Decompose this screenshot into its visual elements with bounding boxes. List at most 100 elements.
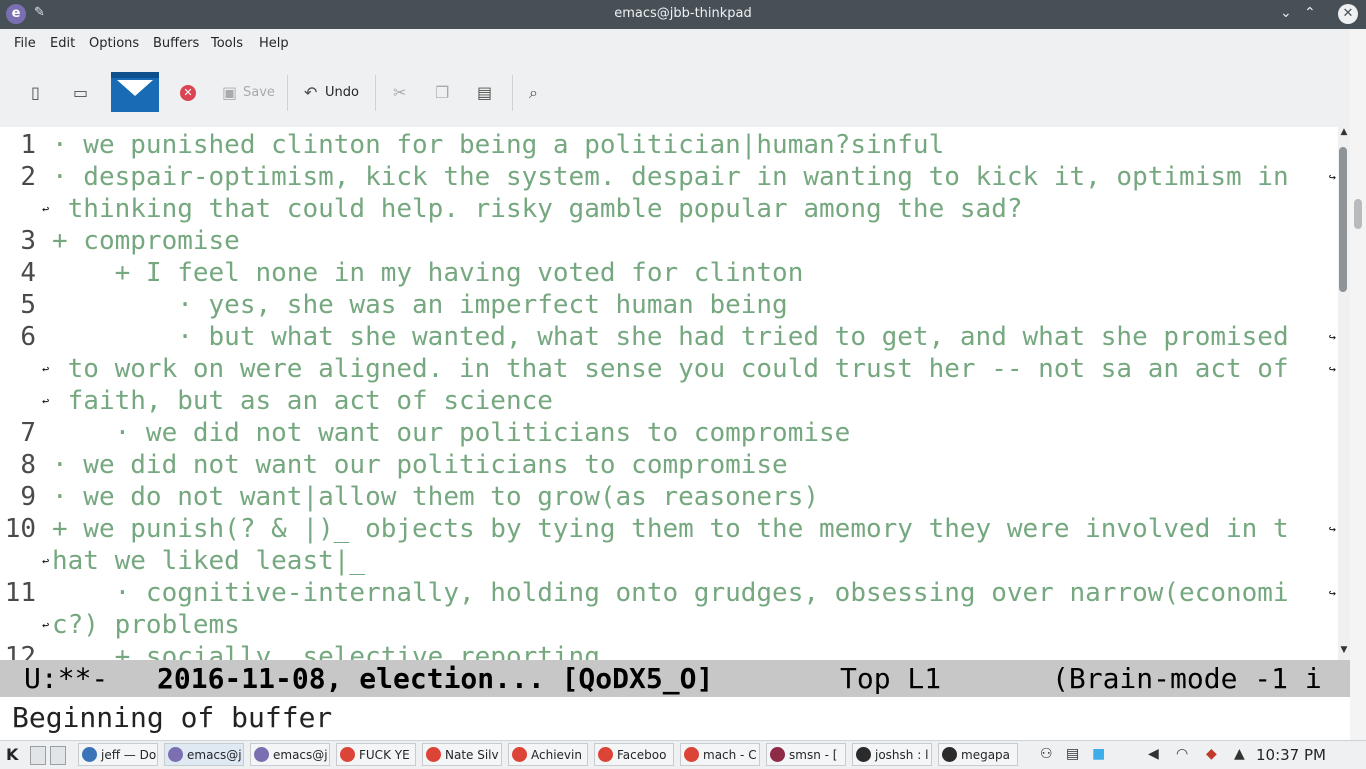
new-file-icon[interactable]: ▯ [31, 83, 40, 102]
save-button[interactable]: Save [243, 85, 275, 100]
line-text[interactable]: to work on were aligned. in that sense y… [52, 353, 1289, 385]
line-text[interactable]: c?) problems [52, 609, 240, 641]
panel-scroll-thumb[interactable] [1354, 199, 1362, 229]
wifi-icon[interactable]: ◠ [1176, 746, 1188, 762]
line-text[interactable]: thinking that could help. risky gamble p… [52, 193, 1023, 225]
taskbar-task[interactable]: emacs@j [250, 743, 330, 766]
menu-help[interactable]: Help [259, 36, 289, 51]
wrap-icon: ↪ [1328, 170, 1336, 184]
clipboard-icon[interactable]: ▤ [1066, 746, 1079, 762]
editor-line[interactable]: 2 · despair-optimism, kick the system. de… [0, 161, 1338, 193]
editor-line[interactable]: 4 + I feel none in my having voted for c… [0, 257, 1338, 289]
line-text[interactable]: · we did not want our politicians to com… [52, 417, 851, 449]
editor-line[interactable]: ↩ to work on were aligned. in that sense… [0, 353, 1338, 385]
editor-line[interactable]: 8 · we did not want our politicians to co… [0, 449, 1338, 481]
paste-icon[interactable]: ▤ [477, 83, 492, 102]
close-window-button[interactable]: ✕ [1338, 4, 1358, 24]
editor-line[interactable]: ↩ hat we liked least|_ [0, 545, 1338, 577]
taskbar-task[interactable]: Nate Silv [422, 743, 502, 766]
search-icon[interactable]: ⌕ [529, 83, 538, 103]
modeline-buffer-name[interactable]: 2016-11-08, election... [QoDX5_O] [157, 660, 713, 697]
taskbar-task[interactable]: megapa [938, 743, 1018, 766]
line-text[interactable]: · cognitive-internally, holding onto gru… [52, 577, 1289, 609]
task-app-icon [512, 747, 527, 762]
editor-line[interactable]: ↩ faith, but as an act of science [0, 385, 1338, 417]
task-label: joshsh : l [875, 748, 929, 762]
wrap-continuation-icon: ↩ [42, 618, 50, 632]
line-text[interactable]: faith, but as an act of science [52, 385, 553, 417]
editor-line[interactable]: 6 · but what she wanted, what she had tr… [0, 321, 1338, 353]
editor-line[interactable]: 1 · we punished clinton for being a polit… [0, 129, 1338, 161]
menu-file[interactable]: File [14, 36, 36, 51]
menu-options[interactable]: Options [89, 36, 139, 51]
pager-desktop-2[interactable] [50, 746, 66, 765]
editor-line[interactable]: 7 · we did not want our politicians to c… [0, 417, 1338, 449]
taskbar-task[interactable]: Faceboo [594, 743, 674, 766]
line-text[interactable]: + we punish(? & |)_ objects by tying the… [52, 513, 1289, 545]
wrap-icon: ↪ [1328, 330, 1336, 344]
line-text[interactable]: · we punished clinton for being a politi… [52, 129, 944, 161]
taskbar-task[interactable]: smsn - [ [766, 743, 846, 766]
taskbar-task[interactable]: Achievin [508, 743, 588, 766]
scrollbar-thumb[interactable] [1339, 147, 1347, 292]
task-label: jeff — Do [101, 748, 157, 762]
line-text[interactable]: + compromise [52, 225, 240, 257]
editor-line[interactable]: 3 + compromise [0, 225, 1338, 257]
wrap-continuation-icon: ↩ [42, 202, 50, 216]
clock[interactable]: 10:37 PM [1256, 746, 1326, 764]
maximize-chevron-icon[interactable]: ⌃ [1304, 5, 1316, 21]
minibuffer-message: Beginning of buffer [12, 701, 333, 734]
taskbar-task[interactable]: jeff — Do [78, 743, 158, 766]
open-folder-icon[interactable]: ▭ [73, 83, 88, 102]
line-text[interactable]: · despair-optimism, kick the system. des… [52, 161, 1289, 193]
scroll-up-arrow-icon[interactable]: ▲ [1338, 127, 1350, 137]
menu-buffers[interactable]: Buffers [153, 36, 199, 51]
line-text[interactable]: · yes, she was an imperfect human being [52, 289, 788, 321]
editor-line[interactable]: 11 · cognitive-internally, holding onto … [0, 577, 1338, 609]
taskbar-task[interactable]: emacs@j [164, 743, 244, 766]
menu-edit[interactable]: Edit [50, 36, 75, 51]
taskbar-task[interactable]: mach - C [680, 743, 760, 766]
editor-scrollbar[interactable]: ▲ ▼ [1338, 127, 1350, 660]
pager-desktop-1[interactable] [30, 746, 46, 765]
modeline-major-mode[interactable]: (Brain-mode -1 i [1052, 660, 1322, 697]
taskbar-task[interactable]: FUCK YE [336, 743, 416, 766]
close-buffer-icon[interactable]: ✕ [180, 85, 196, 101]
copy-icon[interactable]: ❐ [435, 83, 449, 102]
security-shield-icon[interactable]: ◆ [1206, 746, 1217, 762]
editor-line[interactable]: 12 + socially, selective reporting [0, 641, 1338, 660]
volume-icon[interactable]: ◀ [1148, 746, 1159, 762]
line-text[interactable]: · we did not want our politicians to com… [52, 449, 788, 481]
tray-expand-icon[interactable]: ▲ [1234, 746, 1245, 762]
task-label: Faceboo [617, 748, 667, 762]
task-label: emacs@j [273, 748, 328, 762]
scroll-down-arrow-icon[interactable]: ▼ [1338, 645, 1350, 655]
application-launcher-icon[interactable]: K [6, 745, 18, 764]
save-icon[interactable]: ▣ [222, 83, 237, 102]
editor-line[interactable]: 9 · we do not want|allow them to grow(as … [0, 481, 1338, 513]
line-text[interactable]: · but what she wanted, what she had trie… [52, 321, 1288, 353]
editor-line[interactable]: ↩ thinking that could help. risky gamble… [0, 193, 1338, 225]
task-label: mach - C [703, 748, 757, 762]
taskbar-task[interactable]: joshsh : l [852, 743, 932, 766]
mail-icon[interactable] [111, 72, 159, 112]
editor-line[interactable]: 5 · yes, she was an imperfect human bein… [0, 289, 1338, 321]
minimize-chevron-icon[interactable]: ⌄ [1280, 5, 1292, 21]
line-text[interactable]: · we do not want|allow them to grow(as r… [52, 481, 819, 513]
menu-tools[interactable]: Tools [211, 36, 243, 51]
minibuffer[interactable]: Beginning of buffer [0, 697, 1350, 740]
toolbar: ▯ ▭ ✕ ▣ Save ↶ Undo ✂ ❐ ▤ ⌕ [0, 59, 1366, 127]
line-number: 11 [4, 578, 36, 608]
line-text[interactable]: hat we liked least|_ [52, 545, 365, 577]
notifications-icon[interactable]: ■ [1092, 746, 1105, 762]
taskbar: K ⚇ ▤ ■ ◀ ◠ ◆ ▲ 10:37 PM jeff — Do emacs@… [0, 740, 1366, 769]
network-monitor-icon[interactable]: ⚇ [1040, 746, 1053, 762]
cut-icon[interactable]: ✂ [393, 83, 406, 102]
editor-text-area[interactable]: 1 · we punished clinton for being a polit… [0, 127, 1338, 660]
editor-line[interactable]: ↩ c?) problems [0, 609, 1338, 641]
line-text[interactable]: + I feel none in my having voted for cli… [52, 257, 804, 289]
undo-button[interactable]: Undo [325, 85, 359, 100]
line-text[interactable]: + socially, selective reporting [52, 641, 600, 660]
undo-icon[interactable]: ↶ [304, 83, 317, 102]
editor-line[interactable]: 10 + we punish(? & |)_ objects by tying t… [0, 513, 1338, 545]
